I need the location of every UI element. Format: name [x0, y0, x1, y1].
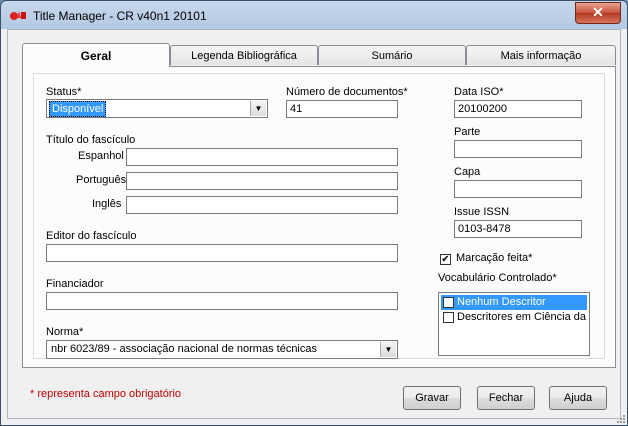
list-item-label: Descritores em Ciência da S: [457, 311, 587, 323]
marcacao-label: Marcação feita*: [456, 252, 533, 264]
espanhol-field[interactable]: [126, 148, 398, 166]
parte-label: Parte: [454, 126, 481, 138]
issue-issn-label: Issue ISSN: [454, 206, 510, 218]
vocabulario-list[interactable]: ✔ Nenhum Descritor Descritores em Ciênci…: [438, 292, 590, 356]
portugues-field[interactable]: [126, 172, 398, 190]
parte-field[interactable]: [454, 140, 582, 158]
data-iso-field[interactable]: 20100200: [454, 100, 582, 118]
tab-legenda-bibliografica[interactable]: Legenda Bibliográfica: [170, 45, 318, 65]
title-manager-window: Title Manager - CR v40n1 20101 ✕ Geral L…: [0, 0, 628, 426]
close-button[interactable]: ✕: [575, 2, 621, 24]
norma-label: Norma*: [46, 326, 84, 338]
tab-mais-informacao[interactable]: Mais informação: [466, 45, 616, 65]
norma-select[interactable]: nbr 6023/89 - associação nacional de nor…: [46, 340, 398, 359]
status-value: Disponível: [49, 101, 107, 117]
financiador-label: Financiador: [46, 278, 104, 290]
resize-grip-icon[interactable]: [615, 413, 625, 423]
marcacao-checkbox[interactable]: ✔: [440, 254, 451, 265]
fechar-button[interactable]: Fechar: [477, 386, 535, 410]
capa-label: Capa: [454, 166, 481, 178]
editor-field[interactable]: [46, 244, 398, 262]
close-icon: ✕: [592, 4, 604, 20]
nenhum-descritor-checkbox[interactable]: ✔: [443, 297, 454, 308]
gravar-button[interactable]: Gravar: [403, 386, 461, 410]
chevron-down-icon[interactable]: ▼: [380, 342, 396, 357]
editor-label: Editor do fascículo: [46, 230, 137, 242]
status-label: Status*: [46, 86, 82, 98]
issue-issn-field[interactable]: 0103-8478: [454, 220, 582, 238]
chevron-down-icon[interactable]: ▼: [250, 101, 266, 116]
capa-field[interactable]: [454, 180, 582, 198]
status-select[interactable]: Disponível ▼: [46, 99, 268, 118]
ajuda-button[interactable]: Ajuda: [549, 386, 607, 410]
titulo-fasciculo-label: Título do fascículo: [46, 134, 136, 146]
title-bar[interactable]: Title Manager - CR v40n1 20101 ✕: [1, 1, 627, 29]
ingles-field[interactable]: [126, 196, 398, 214]
tab-geral[interactable]: Geral: [22, 43, 170, 67]
portugues-label: Português: [76, 174, 127, 186]
tab-strip: Geral Legenda Bibliográfica Sumário Mais…: [22, 43, 616, 67]
tab-sumario[interactable]: Sumário: [318, 45, 466, 65]
list-item[interactable]: ✔ Nenhum Descritor: [441, 295, 587, 310]
list-item-label: Nenhum Descritor: [457, 296, 546, 308]
list-item[interactable]: Descritores em Ciência da S: [441, 310, 587, 325]
required-note: * representa campo obrigatório: [30, 388, 182, 400]
data-iso-label: Data ISO*: [454, 86, 504, 98]
app-logo-icon: [10, 11, 26, 20]
ingles-label: Inglês: [92, 198, 122, 210]
num-docs-field[interactable]: 41: [286, 100, 398, 118]
dialog-client-area: Geral Legenda Bibliográfica Sumário Mais…: [7, 29, 621, 419]
vocabulario-label: Vocabulário Controlado*: [438, 272, 557, 284]
num-docs-label: Número de documentos*: [286, 86, 408, 98]
financiador-field[interactable]: [46, 292, 398, 310]
norma-value: nbr 6023/89 - associação nacional de nor…: [51, 343, 317, 355]
espanhol-label: Espanhol: [78, 150, 124, 162]
descritores-checkbox[interactable]: [443, 312, 454, 323]
window-title: Title Manager - CR v40n1 20101: [33, 9, 207, 23]
